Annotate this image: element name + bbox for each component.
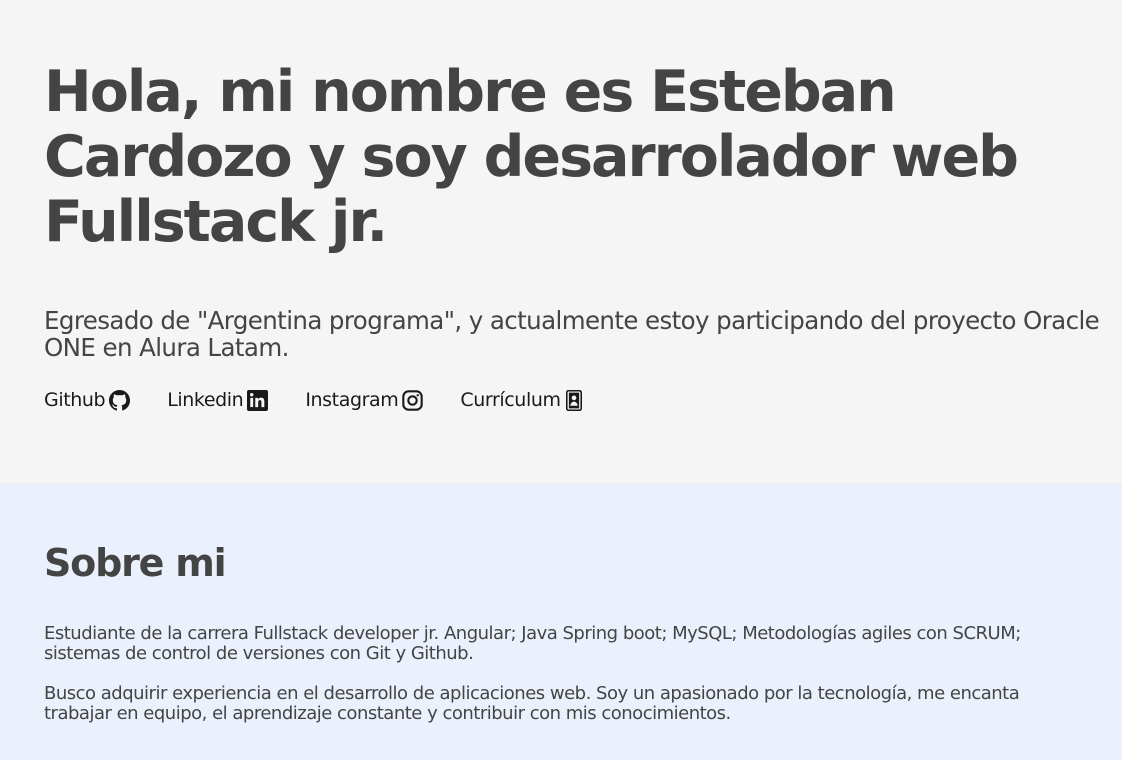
about-section: Sobre mi Estudiante de la carrera Fullst… bbox=[0, 483, 1122, 760]
github-icon bbox=[109, 389, 131, 411]
resume-icon bbox=[565, 389, 583, 411]
instagram-icon bbox=[402, 389, 424, 411]
hero-subtitle: Egresado de "Argentina programa", y actu… bbox=[44, 306, 1100, 362]
github-link[interactable]: Github bbox=[44, 388, 131, 412]
curriculum-link-label: Currículum bbox=[460, 389, 561, 411]
instagram-link-label: Instagram bbox=[305, 389, 399, 411]
hero-section: Hola, mi nombre es Esteban Cardozo y soy… bbox=[0, 0, 1122, 483]
about-paragraph: Busco adquirir experiencia en el desarro… bbox=[44, 683, 1020, 724]
social-links: Github Linkedin Instagram Currículum bbox=[44, 388, 1096, 412]
about-paragraph: Estudiante de la carrera Fullstack devel… bbox=[44, 623, 1021, 664]
instagram-link[interactable]: Instagram bbox=[305, 388, 424, 412]
github-link-label: Github bbox=[44, 389, 106, 411]
linkedin-link-label: Linkedin bbox=[167, 389, 244, 411]
about-heading: Sobre mi bbox=[44, 541, 227, 585]
curriculum-link[interactable]: Currículum bbox=[460, 388, 582, 412]
linkedin-icon bbox=[247, 389, 269, 411]
hero-title: Hola, mi nombre es Esteban Cardozo y soy… bbox=[44, 59, 1019, 255]
linkedin-link[interactable]: Linkedin bbox=[167, 388, 269, 412]
